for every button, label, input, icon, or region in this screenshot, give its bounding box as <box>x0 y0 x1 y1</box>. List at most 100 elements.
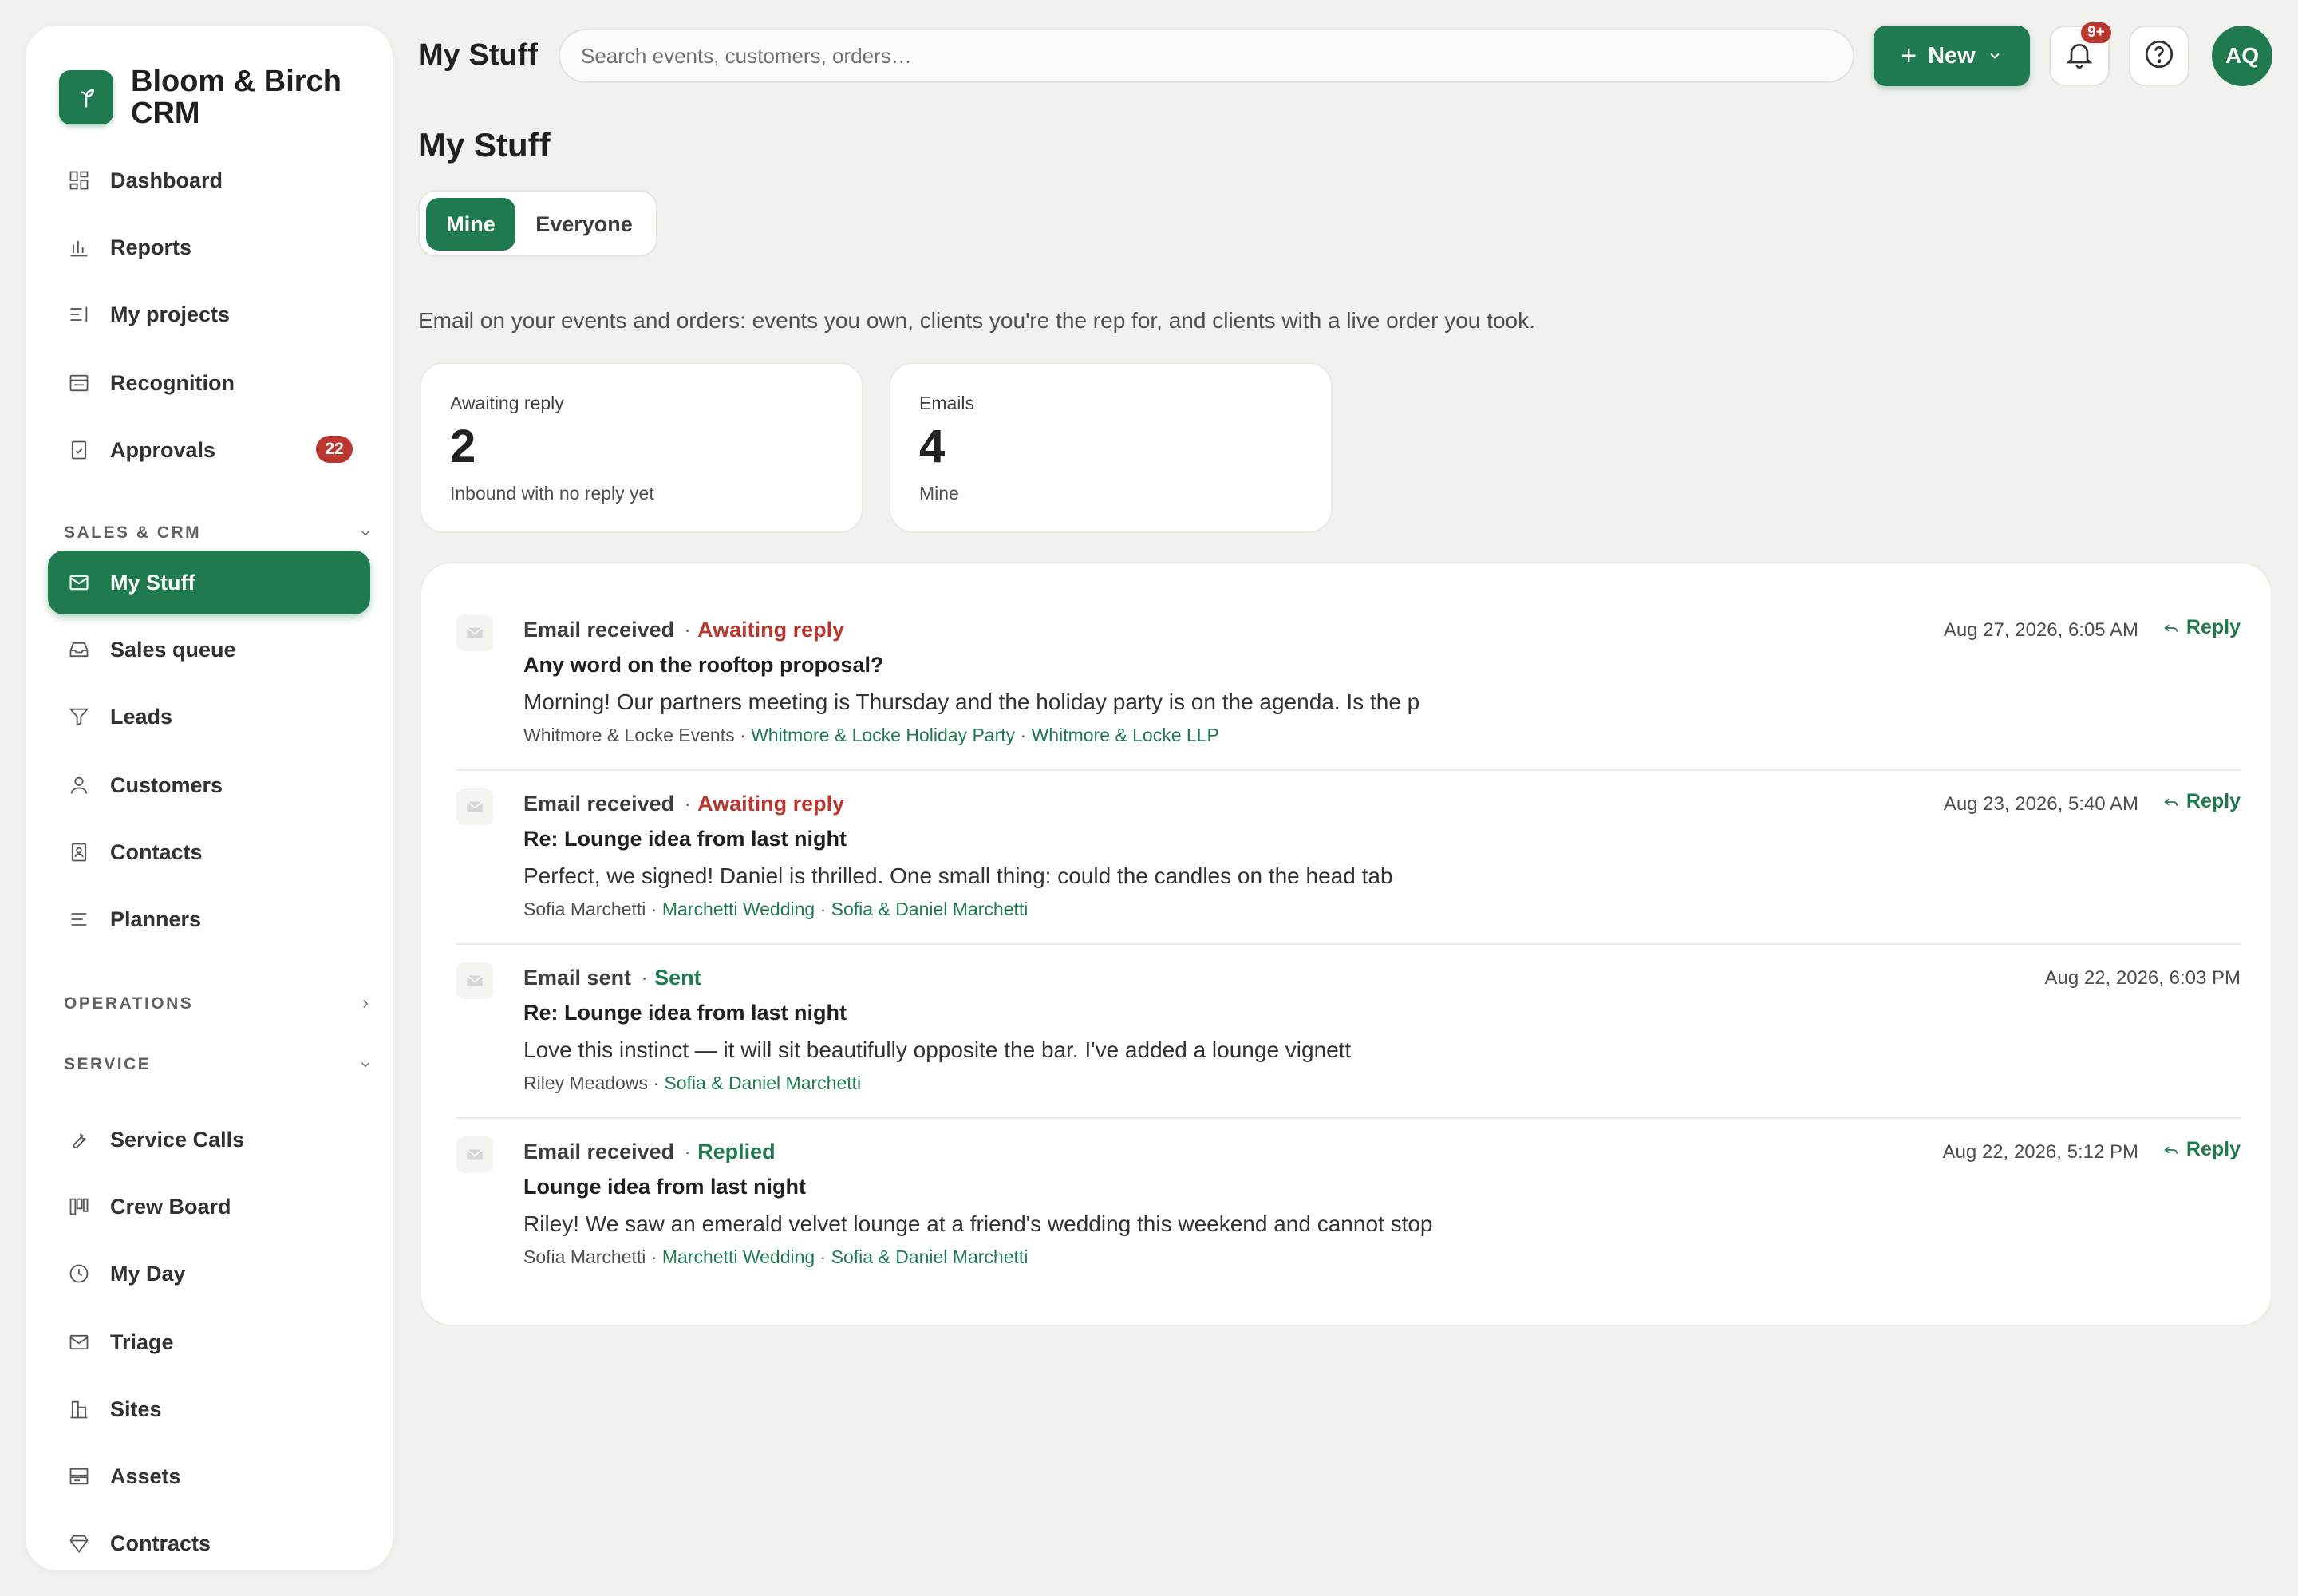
sidebar-item-leads[interactable]: Leads <box>48 685 370 749</box>
stat-card-awaiting-reply[interactable]: Awaiting reply 2 Inbound with no reply y… <box>420 362 863 533</box>
customer-link[interactable]: Sofia & Daniel Marchetti <box>831 1246 1029 1267</box>
clock-icon <box>65 1260 93 1287</box>
reply-label: Reply <box>2185 1138 2241 1160</box>
tab-everyone[interactable]: Everyone <box>522 198 646 251</box>
sidebar: Bloom & Birch CRM Dashboard Reports My p… <box>26 26 393 1570</box>
event-link[interactable]: Marchetti Wedding <box>662 1246 815 1267</box>
sidebar-item-sites[interactable]: Sites <box>48 1377 370 1441</box>
event-link[interactable]: Marchetti Wedding <box>662 899 815 919</box>
sidebar-item-label: My projects <box>110 302 231 326</box>
sidebar-item-label: Contacts <box>110 839 203 864</box>
feed-item-header: Email received · Awaiting reply <box>523 792 844 816</box>
chevron-down-icon <box>356 1055 375 1074</box>
storage-icon <box>65 1463 93 1490</box>
stat-value: 2 <box>450 421 476 472</box>
help-button[interactable] <box>2129 26 2189 86</box>
sidebar-item-assets[interactable]: Assets <box>48 1444 370 1508</box>
reply-arrow-icon <box>2162 793 2180 811</box>
section-sales-crm[interactable]: SALES & CRM <box>64 517 375 549</box>
section-label: SALES & CRM <box>64 523 202 542</box>
topbar-title: My Stuff <box>418 38 538 72</box>
tab-mine[interactable]: Mine <box>426 198 515 251</box>
email-kind: Email received <box>523 618 675 642</box>
inbox-icon <box>65 636 93 663</box>
sidebar-item-my-day[interactable]: My Day <box>48 1242 370 1306</box>
sidebar-item-dashboard[interactable]: Dashboard <box>48 148 370 212</box>
stat-value: 4 <box>919 421 946 472</box>
avatar[interactable]: AQ <box>2212 26 2272 86</box>
email-timestamp: Aug 27, 2026, 6:05 AM <box>1943 619 2138 641</box>
diamond-icon <box>65 1530 93 1557</box>
separator: · <box>819 1246 831 1267</box>
mail-icon <box>65 1329 93 1356</box>
sidebar-item-label: Dashboard <box>110 168 223 192</box>
sidebar-item-my-stuff[interactable]: My Stuff <box>48 551 370 614</box>
customer-link[interactable]: Whitmore & Locke LLP <box>1032 725 1219 745</box>
email-meta: Sofia Marchetti · Marchetti Wedding · So… <box>523 1246 1028 1268</box>
reply-button[interactable]: Reply <box>2162 790 2241 813</box>
meta-from: Whitmore & Locke Events <box>523 725 735 745</box>
page-description: Email on your events and orders: events … <box>418 308 1535 333</box>
brand-name: Bloom & Birch CRM <box>131 65 342 130</box>
feed-item[interactable]: Email received · Awaiting reply Any word… <box>456 614 2241 774</box>
sidebar-item-reports[interactable]: Reports <box>48 215 370 279</box>
reply-button[interactable]: Reply <box>2162 616 2241 639</box>
sidebar-item-customers[interactable]: Customers <box>48 753 370 817</box>
sidebar-item-crew-board[interactable]: Crew Board <box>48 1175 370 1238</box>
sidebar-item-triage[interactable]: Triage <box>48 1310 370 1374</box>
customer-link[interactable]: Sofia & Daniel Marchetti <box>831 899 1029 919</box>
feed-item[interactable]: Email received · Replied Lounge idea fro… <box>456 1136 2241 1296</box>
email-kind: Email received <box>523 792 675 816</box>
sidebar-item-label: Sites <box>110 1396 162 1421</box>
envelope-icon <box>456 1136 493 1173</box>
wrench-icon <box>65 1126 93 1153</box>
feed-item-header: Email received · Awaiting reply <box>523 618 844 642</box>
stat-card-emails[interactable]: Emails 4 Mine <box>889 362 1333 533</box>
status-badge: Sent <box>654 966 701 990</box>
sidebar-item-recognition[interactable]: Recognition <box>48 351 370 415</box>
sidebar-item-approvals[interactable]: Approvals 22 <box>48 418 370 482</box>
brand[interactable]: Bloom & Birch CRM <box>59 65 370 129</box>
separator: · <box>641 966 649 990</box>
sidebar-item-label: Recognition <box>110 370 235 395</box>
reply-button[interactable]: Reply <box>2162 1138 2241 1161</box>
reply-label: Reply <box>2185 790 2241 812</box>
new-button[interactable]: + New <box>1874 26 2030 86</box>
envelope-icon <box>456 788 493 825</box>
section-service[interactable]: SERVICE <box>64 1049 375 1080</box>
feed-item[interactable]: Email sent · Sent Re: Lounge idea from l… <box>456 962 2241 1122</box>
separator: · <box>650 1246 662 1267</box>
email-meta: Whitmore & Locke Events · Whitmore & Loc… <box>523 725 1219 746</box>
sidebar-item-my-projects[interactable]: My projects <box>48 282 370 346</box>
search-bar[interactable] <box>559 29 1854 83</box>
reply-label: Reply <box>2185 616 2241 638</box>
sidebar-item-label: Planners <box>110 907 202 931</box>
plus-icon: + <box>1901 41 1917 71</box>
meta-from: Sofia Marchetti <box>523 899 646 919</box>
sidebar-item-sales-queue[interactable]: Sales queue <box>48 618 370 681</box>
sidebar-item-service-calls[interactable]: Service Calls <box>48 1108 370 1171</box>
sidebar-item-planners[interactable]: Planners <box>48 887 370 951</box>
email-subject: Any word on the rooftop proposal? <box>523 653 884 677</box>
email-meta: Riley Meadows · Sofia & Daniel Marchetti <box>523 1073 861 1094</box>
section-operations[interactable]: OPERATIONS <box>64 988 375 1020</box>
stat-label: Awaiting reply <box>450 393 564 413</box>
event-link[interactable]: Whitmore & Locke Holiday Party <box>751 725 1015 745</box>
status-badge: Awaiting reply <box>697 618 845 642</box>
notification-count-badge: 9+ <box>2079 21 2113 45</box>
sidebar-item-label: Sales queue <box>110 637 236 662</box>
sidebar-item-contacts[interactable]: Contacts <box>48 820 370 884</box>
chevron-right-icon <box>356 994 375 1013</box>
sidebar-item-label: Assets <box>110 1464 181 1488</box>
search-input[interactable] <box>581 43 1853 69</box>
feed-item[interactable]: Email received · Awaiting reply Re: Loun… <box>456 788 2241 948</box>
board-icon <box>65 1193 93 1220</box>
email-timestamp: Aug 22, 2026, 6:03 PM <box>2044 967 2241 989</box>
email-preview: Riley! We saw an emerald velvet lounge a… <box>523 1211 1433 1236</box>
new-button-label: New <box>1928 42 1976 69</box>
customer-link[interactable]: Sofia & Daniel Marchetti <box>664 1073 861 1093</box>
sidebar-item-contracts[interactable]: Contracts <box>48 1511 370 1575</box>
feed-item-header: Email received · Replied <box>523 1140 776 1164</box>
sidebar-item-label: Reports <box>110 235 192 259</box>
lines-icon <box>65 906 93 933</box>
